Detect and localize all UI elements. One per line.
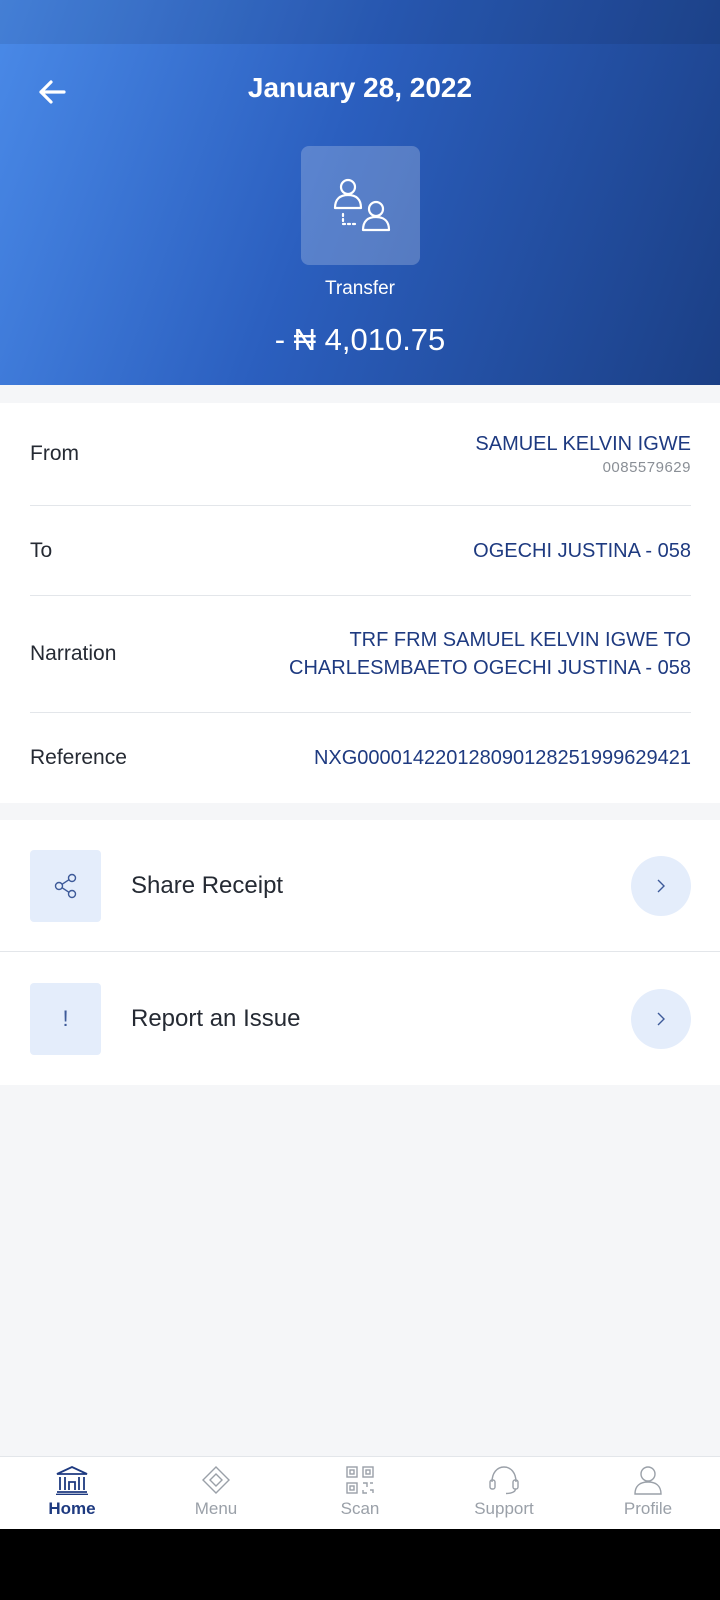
transaction-amount: - ₦ 4,010.75 [274, 322, 446, 357]
from-value: SAMUEL KELVIN IGWE 0085579629 [475, 430, 691, 478]
narration-line-1: TRF FRM SAMUEL KELVIN IGWE TO [349, 629, 691, 651]
nav-scan[interactable]: Scan [288, 1457, 432, 1529]
bottom-navigation: Home Menu Scan Support Profile [0, 1456, 720, 1529]
nav-home[interactable]: Home [0, 1457, 144, 1529]
chevron-right-icon [657, 879, 665, 892]
menu-icon [202, 1466, 230, 1494]
exclamation-icon: ! [62, 1006, 69, 1031]
nav-profile-label: Profile [623, 1499, 673, 1518]
from-name: SAMUEL KELVIN IGWE [475, 433, 691, 455]
report-issue-label: Report an Issue [131, 1005, 301, 1032]
status-bar [0, 0, 720, 44]
nav-menu[interactable]: Menu [144, 1457, 288, 1529]
share-receipt-chevron[interactable] [631, 855, 691, 916]
system-navigation-bar [0, 1529, 720, 1600]
narration-label: Narration [30, 642, 117, 665]
share-icon [54, 873, 76, 898]
home-icon [56, 1466, 88, 1495]
transfer-icon-box [301, 146, 420, 265]
detail-row-from: From SAMUEL KELVIN IGWE 0085579629 [30, 403, 691, 506]
nav-home-label: Home [48, 1499, 96, 1518]
nav-support-label: Support [474, 1499, 534, 1518]
share-receipt-label: Share Receipt [131, 871, 284, 899]
narration-value: TRF FRM SAMUEL KELVIN IGWE TO CHARLESMBA… [289, 626, 691, 682]
detail-row-narration: Narration TRF FRM SAMUEL KELVIN IGWE TO … [30, 596, 691, 713]
share-receipt-button[interactable]: Share Receipt [0, 820, 720, 952]
receipt-actions: Share Receipt ! Report an Issue [0, 820, 720, 1085]
transaction-header: January 28, 2022 Transfer - ₦ 4,010.75 [0, 0, 720, 385]
support-icon [489, 1466, 519, 1495]
report-icon-box: ! [30, 983, 101, 1055]
profile-icon [634, 1466, 662, 1495]
reference-value: NXG000014220128090128251999629421 [313, 747, 691, 769]
from-label: From [30, 442, 79, 465]
detail-row-to: To OGECHI JUSTINA - 058 [30, 506, 691, 596]
nav-menu-label: Menu [194, 1499, 238, 1518]
transaction-type: Transfer [324, 278, 396, 299]
share-icon-box [30, 849, 101, 922]
page-title: January 28, 2022 [247, 72, 473, 103]
chevron-right-icon [657, 1012, 665, 1026]
narration-line-2: CHARLESMBAETO OGECHI JUSTINA - 058 [289, 657, 691, 679]
reference-label: Reference [30, 746, 127, 769]
scan-icon [346, 1466, 374, 1494]
to-label: To [30, 538, 53, 562]
transfer-icon [333, 178, 390, 231]
from-account: 0085579629 [602, 459, 691, 476]
transaction-details: From SAMUEL KELVIN IGWE 0085579629 To OG… [0, 403, 720, 803]
nav-support[interactable]: Support [432, 1457, 576, 1529]
to-value: OGECHI JUSTINA - 058 [473, 539, 691, 562]
report-issue-button[interactable]: ! Report an Issue [0, 953, 720, 1085]
report-issue-chevron[interactable] [631, 989, 691, 1049]
detail-row-reference: Reference NXG000014220128090128251999629… [30, 713, 691, 803]
nav-scan-label: Scan [340, 1499, 380, 1518]
nav-profile[interactable]: Profile [576, 1457, 720, 1529]
